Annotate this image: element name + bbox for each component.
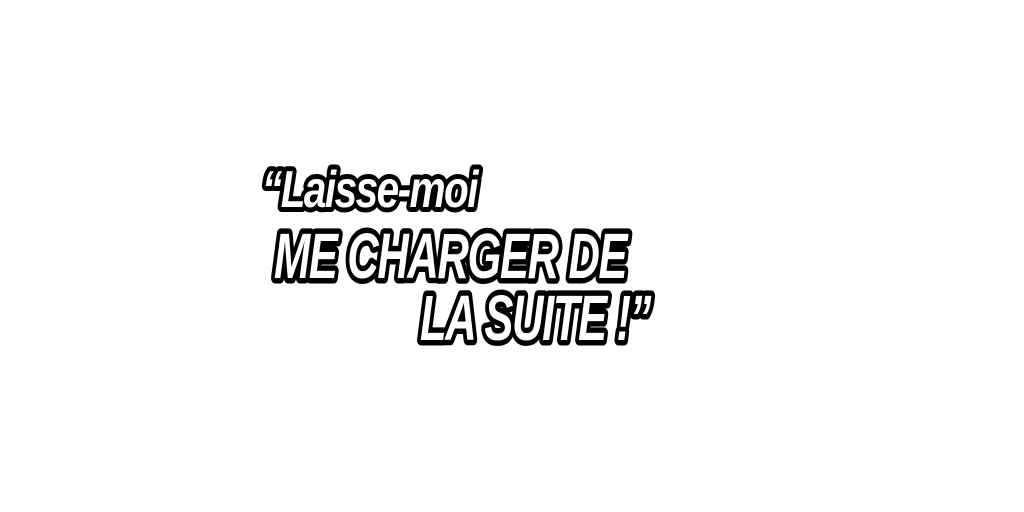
quote-text: “Laisse-moi ME CHARGER DE LA SUITE !” [258, 156, 658, 359]
quote-line-3: LA SUITE !” [420, 282, 652, 355]
canvas: “Laisse-moi ME CHARGER DE LA SUITE !” [0, 0, 1024, 512]
quote-line-1: “Laisse-moi [262, 160, 479, 218]
